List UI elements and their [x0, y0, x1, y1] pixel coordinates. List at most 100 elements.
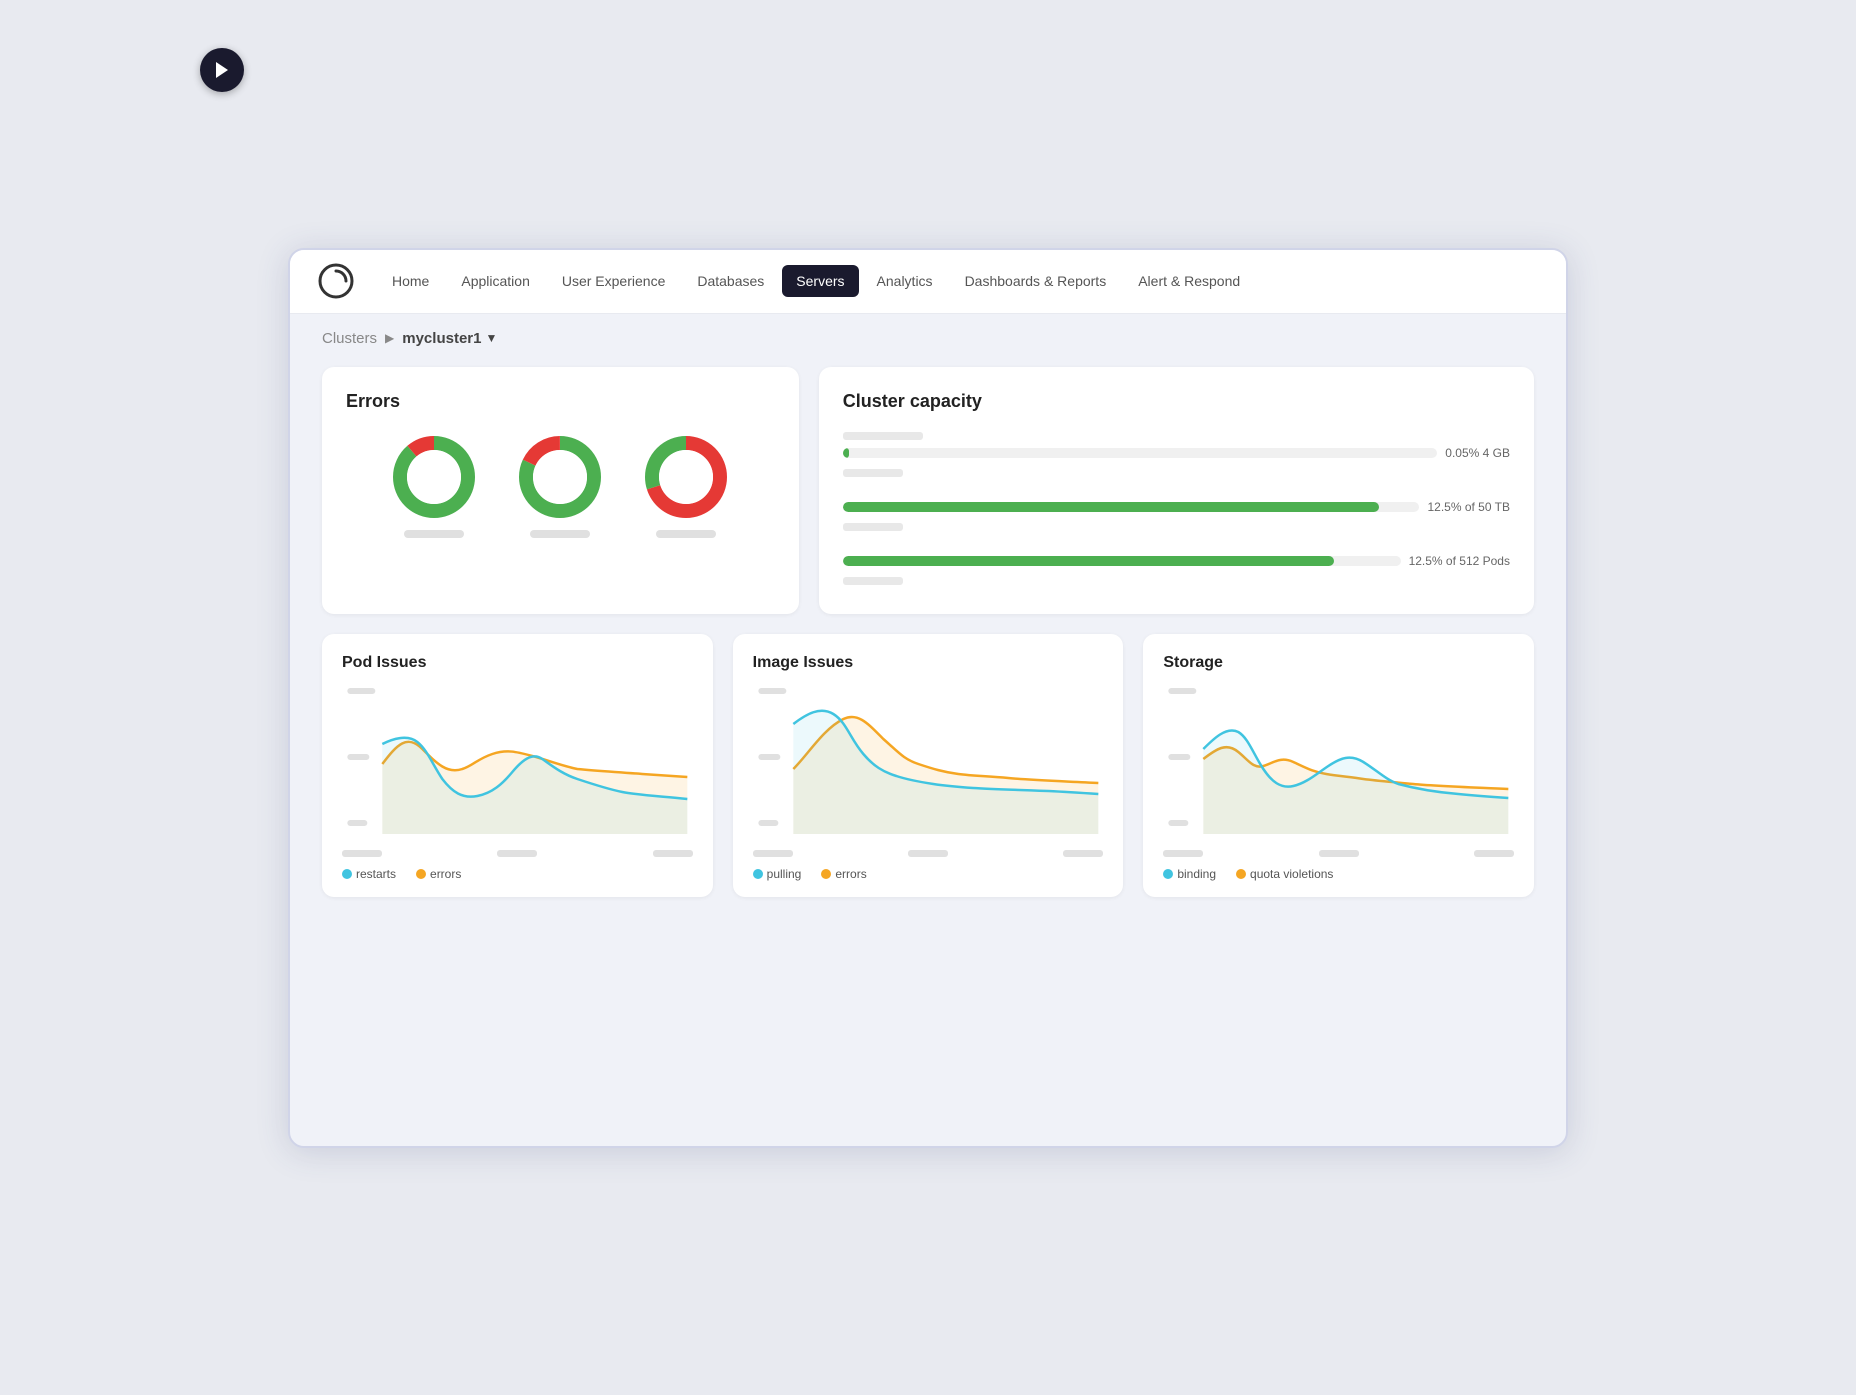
breadcrumb-parent[interactable]: Clusters [322, 330, 377, 347]
storage-svg [1163, 684, 1514, 844]
donut-chart-2 [515, 432, 605, 522]
capacity-fill-1 [843, 448, 849, 458]
donut-1 [389, 432, 479, 538]
app-frame: Home Application User Experience Databas… [288, 248, 1568, 1148]
legend-quota: quota violetions [1236, 867, 1333, 881]
errors-label-image: errors [835, 867, 866, 881]
breadcrumb-separator: ▶ [385, 331, 394, 345]
pod-issues-chart [342, 684, 693, 844]
image-issues-legend: pulling errors [753, 867, 1104, 881]
nav-item-alert[interactable]: Alert & Respond [1124, 265, 1254, 297]
breadcrumb-current: mycluster1 ▼ [402, 330, 497, 347]
axis-label-3 [653, 850, 693, 857]
errors-label-pod: errors [430, 867, 461, 881]
capacity-fill-2 [843, 502, 1379, 512]
nav-item-dashboards[interactable]: Dashboards & Reports [951, 265, 1121, 297]
axis-label-img-2 [908, 850, 948, 857]
donut-chart-3 [641, 432, 731, 522]
image-issues-card: Image Issues [733, 634, 1124, 897]
axis-label-1 [342, 850, 382, 857]
capacity-bg-3 [843, 556, 1401, 566]
axis-label-img-3 [1063, 850, 1103, 857]
donut-2 [515, 432, 605, 538]
donut-3-label [656, 530, 716, 538]
nav-links: Home Application User Experience Databas… [378, 265, 1538, 297]
breadcrumb-current-label[interactable]: mycluster1 [402, 330, 481, 347]
nav-item-analytics[interactable]: Analytics [863, 265, 947, 297]
capacity-sublabel-1 [843, 469, 903, 477]
pod-issues-legend: restarts errors [342, 867, 693, 881]
capacity-top-label-1 [843, 432, 923, 440]
binding-label: binding [1177, 867, 1216, 881]
legend-pulling: pulling [753, 867, 802, 881]
errors-dot-image [821, 869, 831, 879]
capacity-bg-1 [843, 448, 1437, 458]
errors-card: Errors [322, 367, 799, 614]
pod-issues-title: Pod Issues [342, 654, 693, 672]
nav-item-home[interactable]: Home [378, 265, 443, 297]
capacity-label-2: 12.5% of 50 TB [1427, 500, 1510, 514]
pulling-dot [753, 869, 763, 879]
errors-dot-pod [416, 869, 426, 879]
capacity-bar-row-1: 0.05% 4 GB [843, 446, 1510, 460]
app-logo[interactable] [318, 263, 354, 299]
storage-legend: binding quota violetions [1163, 867, 1514, 881]
axis-label-img-1 [753, 850, 793, 857]
pod-issues-card: Pod Issues [322, 634, 713, 897]
pulling-label: pulling [767, 867, 802, 881]
capacity-card: Cluster capacity 0.05% 4 GB [819, 367, 1534, 614]
donut-3 [641, 432, 731, 538]
capacity-item-1: 0.05% 4 GB [843, 432, 1510, 482]
capacity-item-3: 12.5% of 512 Pods [843, 554, 1510, 590]
nav-item-servers[interactable]: Servers [782, 265, 858, 297]
storage-axis [1163, 850, 1514, 857]
axis-label-2 [497, 850, 537, 857]
restarts-dot [342, 869, 352, 879]
legend-binding: binding [1163, 867, 1216, 881]
donut-chart-1 [389, 432, 479, 522]
nav-item-databases[interactable]: Databases [683, 265, 778, 297]
capacity-bg-2 [843, 502, 1420, 512]
legend-restarts: restarts [342, 867, 396, 881]
image-issues-svg [753, 684, 1104, 844]
breadcrumb-dropdown-icon[interactable]: ▼ [485, 331, 497, 345]
capacity-sublabel-2 [843, 523, 903, 531]
image-issues-title: Image Issues [753, 654, 1104, 672]
binding-dot [1163, 869, 1173, 879]
capacity-label-1: 0.05% 4 GB [1445, 446, 1510, 460]
capacity-fill-3 [843, 556, 1334, 566]
storage-title: Storage [1163, 654, 1514, 672]
storage-chart [1163, 684, 1514, 844]
capacity-bar-row-3: 12.5% of 512 Pods [843, 554, 1510, 568]
capacity-title: Cluster capacity [843, 391, 1510, 412]
breadcrumb: Clusters ▶ mycluster1 ▼ [290, 314, 1566, 355]
image-issues-chart [753, 684, 1104, 844]
axis-label-stor-1 [1163, 850, 1203, 857]
errors-title: Errors [346, 391, 775, 412]
main-content: Errors [290, 355, 1566, 929]
quota-label: quota violetions [1250, 867, 1333, 881]
nav-item-user-experience[interactable]: User Experience [548, 265, 680, 297]
quota-dot [1236, 869, 1246, 879]
top-row: Errors [322, 367, 1534, 614]
legend-errors-pod: errors [416, 867, 461, 881]
axis-label-stor-3 [1474, 850, 1514, 857]
capacity-label-3: 12.5% of 512 Pods [1409, 554, 1510, 568]
nav-bar: Home Application User Experience Databas… [290, 250, 1566, 314]
storage-card: Storage [1143, 634, 1534, 897]
capacity-rows: 0.05% 4 GB 12.5% of 50 TB [843, 432, 1510, 590]
capacity-bar-row-2: 12.5% of 50 TB [843, 500, 1510, 514]
pod-issues-axis [342, 850, 693, 857]
capacity-item-2: 12.5% of 50 TB [843, 500, 1510, 536]
restarts-label: restarts [356, 867, 396, 881]
image-issues-axis [753, 850, 1104, 857]
axis-label-stor-2 [1319, 850, 1359, 857]
bottom-row: Pod Issues [322, 634, 1534, 897]
nav-item-application[interactable]: Application [447, 265, 544, 297]
donut-row [346, 432, 775, 538]
pod-issues-svg [342, 684, 693, 844]
legend-errors-image: errors [821, 867, 866, 881]
donut-1-label [404, 530, 464, 538]
donut-2-label [530, 530, 590, 538]
capacity-sublabel-3 [843, 577, 903, 585]
